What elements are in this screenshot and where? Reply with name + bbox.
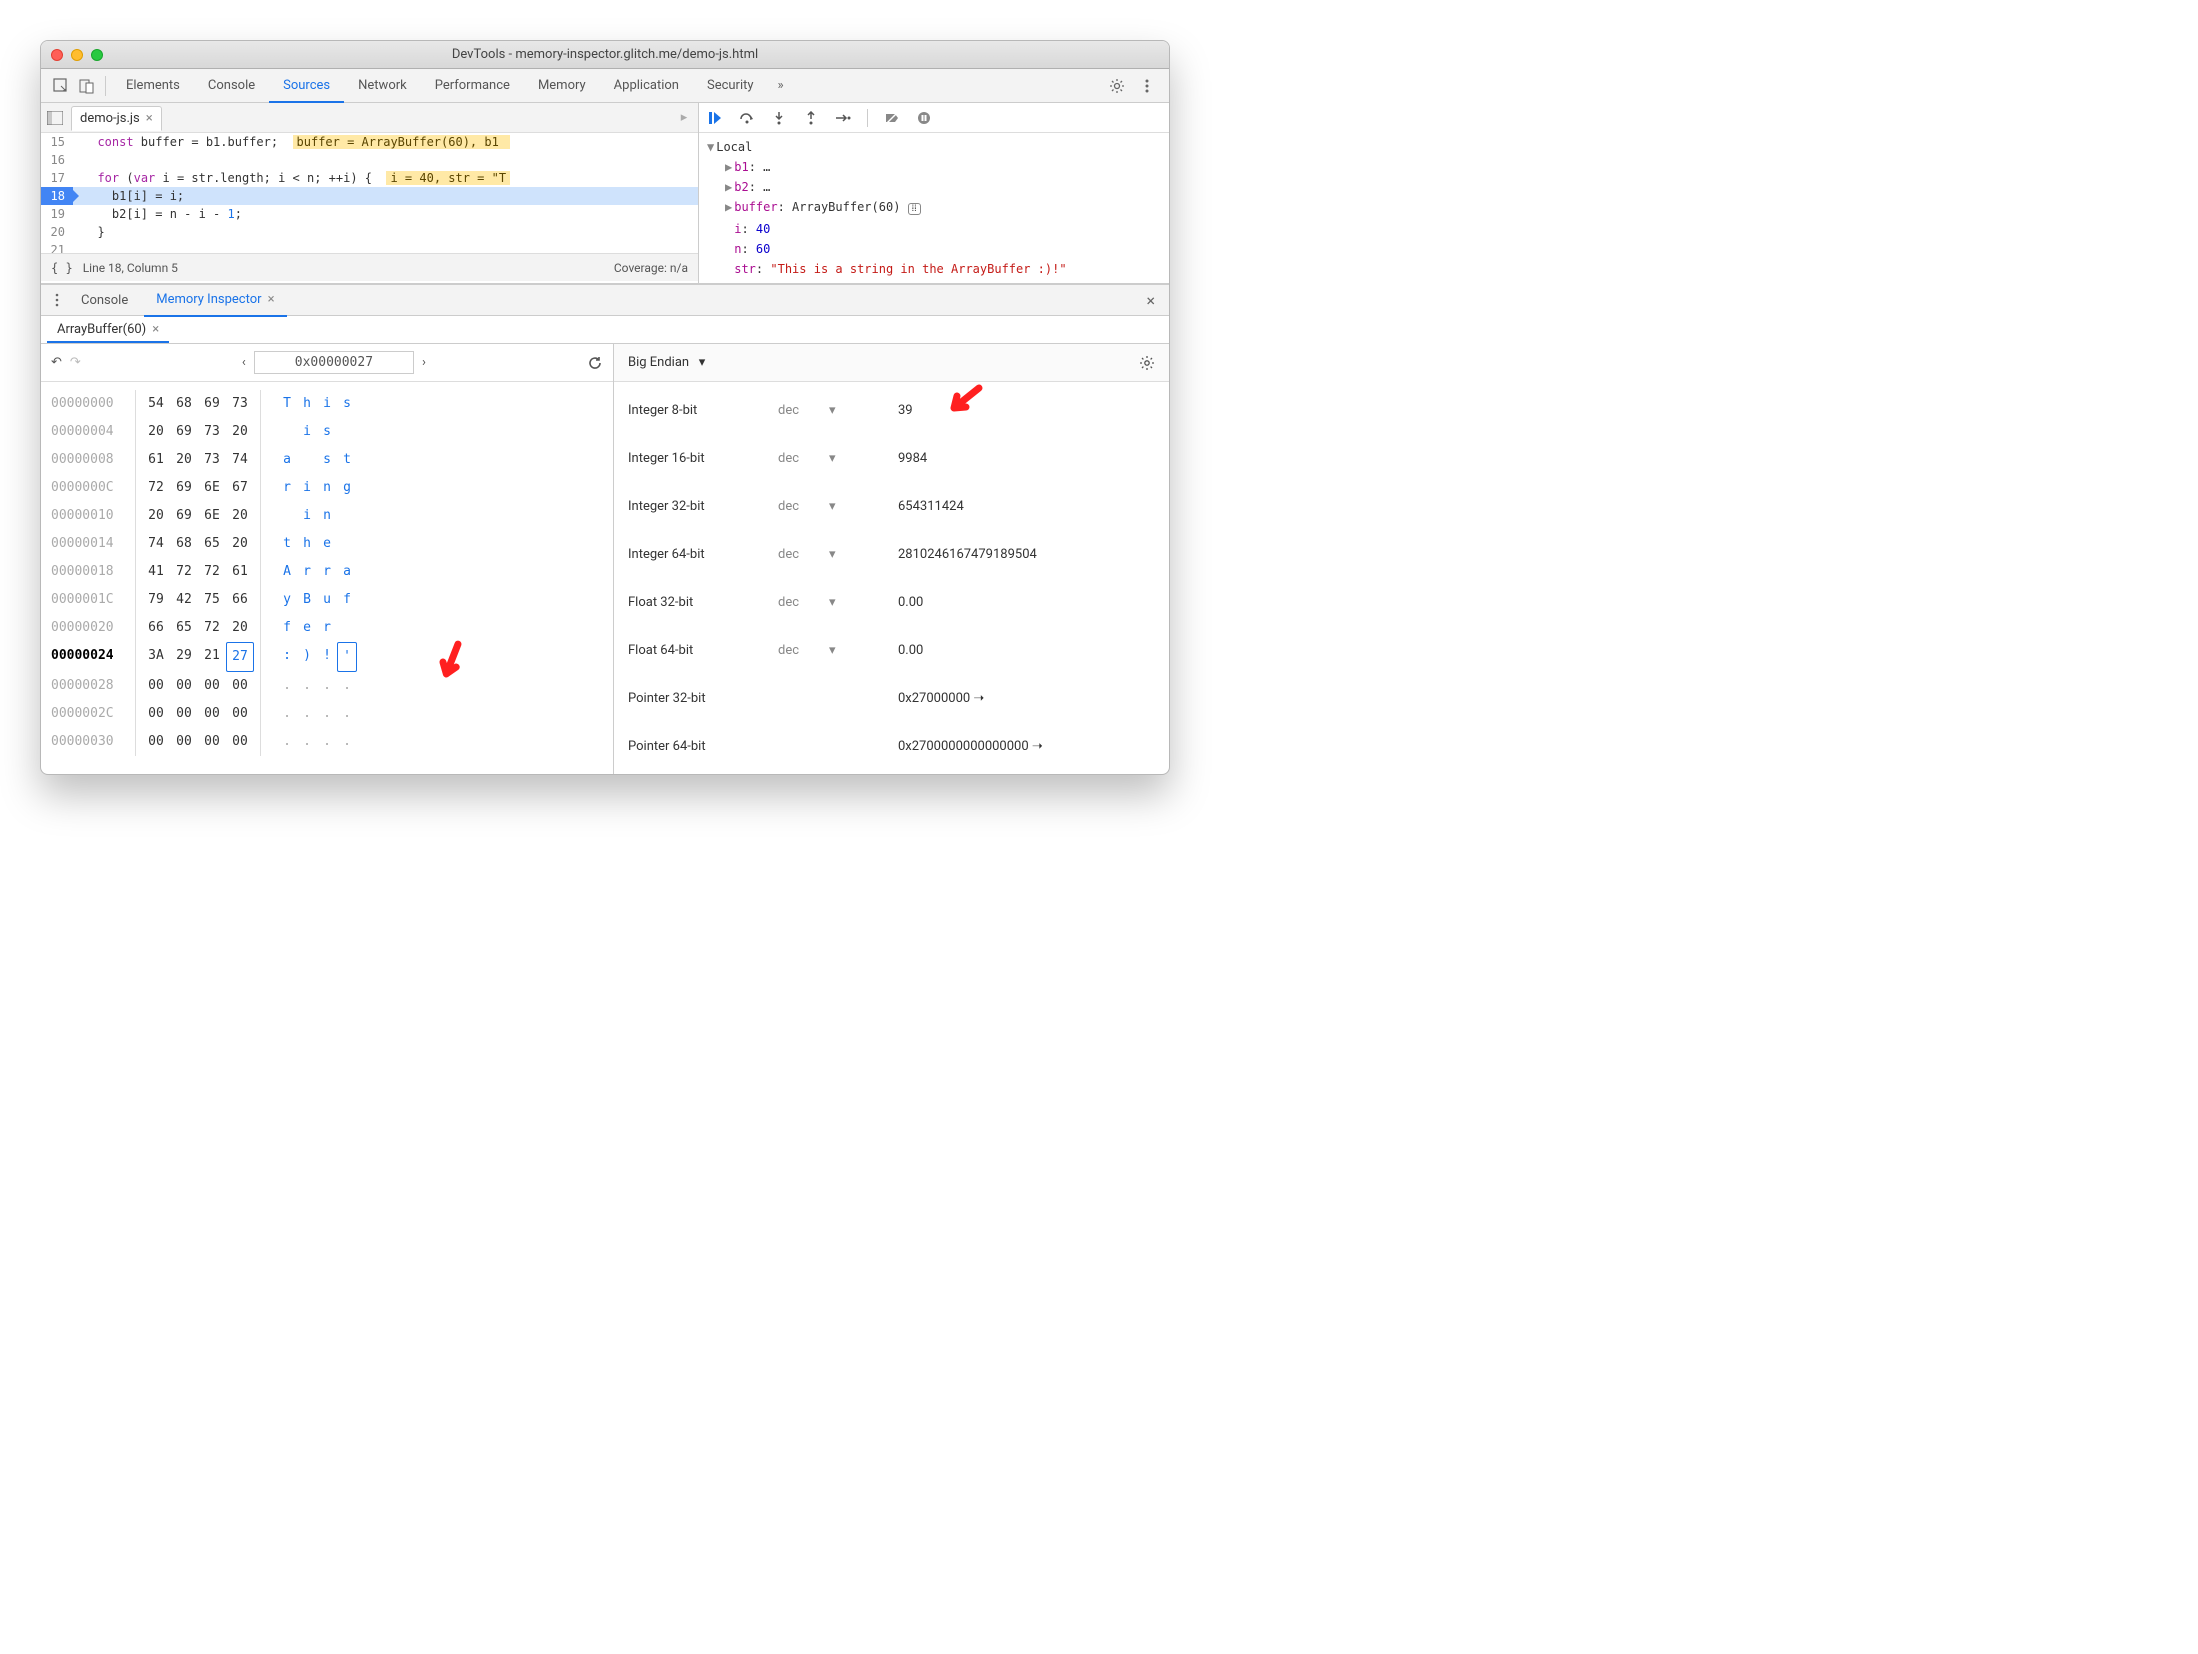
hex-row[interactable]: 0000000054686973This [51,390,613,418]
value-row: Integer 16-bitdec▾9984 [614,434,1169,482]
tab-console[interactable]: Console [194,69,269,103]
tab-elements[interactable]: Elements [112,69,194,103]
drawer-menu-icon[interactable] [49,292,65,308]
endianness-select[interactable]: Big Endian ▾ [628,355,705,370]
pause-exceptions-icon[interactable] [916,110,932,126]
scope-var[interactable]: ▶buffer: ArrayBuffer(60) ⁞⁞ [707,197,1161,219]
tab-memory[interactable]: Memory [524,69,600,103]
close-drawer-icon[interactable]: × [1140,291,1161,310]
hex-row[interactable]: 000000243A292127:)!' [51,642,613,672]
close-buffer-icon[interactable]: × [152,322,159,337]
value-row: Pointer 32-bit0x27000000 ➝ [614,674,1169,722]
hex-row[interactable]: 0000001020696E20 in [51,502,613,530]
hex-row[interactable]: 0000001474686520the [51,530,613,558]
hex-row[interactable]: 0000003000000000.... [51,728,613,756]
format-select[interactable]: dec [778,643,799,658]
step-into-icon[interactable] [771,110,787,126]
scope-var[interactable]: ▶b2: … [707,177,1161,197]
titlebar: DevTools - memory-inspector.glitch.me/de… [41,41,1169,69]
format-select[interactable]: dec [778,451,799,466]
hex-row[interactable]: 0000000C72696E67ring [51,474,613,502]
value-row: Float 64-bitdec▾0.00 [614,626,1169,674]
drawer-tab-memory-inspector[interactable]: Memory Inspector× [144,285,286,317]
tab-security[interactable]: Security [693,69,768,103]
resume-icon[interactable] [707,110,723,126]
hex-grid[interactable]: 0000000054686973This0000000420697320 is … [41,382,613,764]
hex-row[interactable]: 0000002800000000.... [51,672,613,700]
more-tabs-icon[interactable]: » [768,78,794,93]
pretty-print-icon[interactable]: { } [51,261,73,275]
step-over-icon[interactable] [739,110,755,126]
inspect-icon[interactable] [53,78,69,94]
value-row: Integer 32-bitdec▾654311424 [614,482,1169,530]
close-file-icon[interactable]: × [146,111,153,126]
devtools-window: DevTools - memory-inspector.glitch.me/de… [40,40,1170,775]
value-inspector-pane: Big Endian ▾ Integer 8-bitdec▾39Integer … [614,344,1169,774]
redo-icon[interactable]: ↷ [70,355,81,370]
hex-row[interactable]: 0000000420697320 is [51,418,613,446]
device-toolbar-icon[interactable] [79,78,95,94]
hex-row[interactable]: 0000000861207374a st [51,446,613,474]
prev-page-icon[interactable]: ‹ [242,355,246,370]
code-editor[interactable]: 15 const buffer = b1.buffer; buffer = Ar… [41,133,698,253]
format-select[interactable]: dec [778,595,799,610]
drawer-tab-console[interactable]: Console [69,284,140,316]
scope-var[interactable]: ▶n: 60 [707,239,1161,259]
scope-var[interactable]: ▶str: "This is a string in the ArrayBuff… [707,259,1161,279]
drawer-header: Console Memory Inspector× × [41,284,1169,316]
cursor-position: Line 18, Column 5 [83,261,178,275]
undo-icon[interactable]: ↶ [51,355,62,370]
tab-application[interactable]: Application [600,69,693,103]
main-tabs: ElementsConsoleSourcesNetworkPerformance… [41,69,1169,103]
file-name: demo-js.js [80,111,140,126]
value-settings-icon[interactable] [1139,355,1155,371]
format-select[interactable]: dec [778,547,799,562]
value-row: Float 32-bitdec▾0.00 [614,578,1169,626]
tab-sources[interactable]: Sources [269,69,344,103]
memory-buffer-tab[interactable]: ArrayBuffer(60) × [47,318,169,343]
deactivate-breakpoints-icon[interactable] [884,110,900,126]
step-out-icon[interactable] [803,110,819,126]
close-tab-icon[interactable]: × [268,292,275,307]
value-row: Integer 8-bitdec▾39 [614,386,1169,434]
address-input[interactable]: 0x00000027 [254,351,414,374]
scope-var[interactable]: ▶b1: … [707,157,1161,177]
settings-icon[interactable] [1109,78,1125,94]
format-select[interactable]: dec [778,499,799,514]
hex-row[interactable]: 0000002C00000000.... [51,700,613,728]
sources-pane: demo-js.js × ▸ 15 const buffer = b1.buff… [41,103,699,283]
tab-network[interactable]: Network [344,69,421,103]
scope-var[interactable]: ▶i: 40 [707,219,1161,239]
hex-row[interactable]: 0000001841727261Arra [51,558,613,586]
debugger-pane: ▼Local ▶b1: …▶b2: …▶buffer: ArrayBuffer(… [699,103,1169,283]
run-snippet-icon[interactable]: ▸ [676,110,692,126]
coverage-status: Coverage: n/a [614,261,688,275]
scope-panel: ▼Local ▶b1: …▶b2: …▶buffer: ArrayBuffer(… [699,133,1169,283]
kebab-menu-icon[interactable] [1139,78,1155,94]
step-icon[interactable] [835,110,851,126]
hex-row[interactable]: 0000002066657220fer [51,614,613,642]
navigator-toggle-icon[interactable] [47,110,63,126]
value-row: Integer 64-bitdec▾2810246167479189504 [614,530,1169,578]
refresh-icon[interactable] [587,355,603,371]
editor-status: { } Line 18, Column 5 Coverage: n/a [41,253,698,281]
value-row: Pointer 64-bit0x2700000000000000 ➝ [614,722,1169,770]
next-page-icon[interactable]: › [422,355,426,370]
hex-row[interactable]: 0000001C79427566yBuf [51,586,613,614]
hex-viewer-pane: ↶ ↷ ‹ 0x00000027 › 0000000054686973This0… [41,344,614,774]
format-select[interactable]: dec [778,403,799,418]
window-title: DevTools - memory-inspector.glitch.me/de… [41,47,1169,62]
tab-performance[interactable]: Performance [421,69,524,103]
file-tab[interactable]: demo-js.js × [71,106,162,131]
